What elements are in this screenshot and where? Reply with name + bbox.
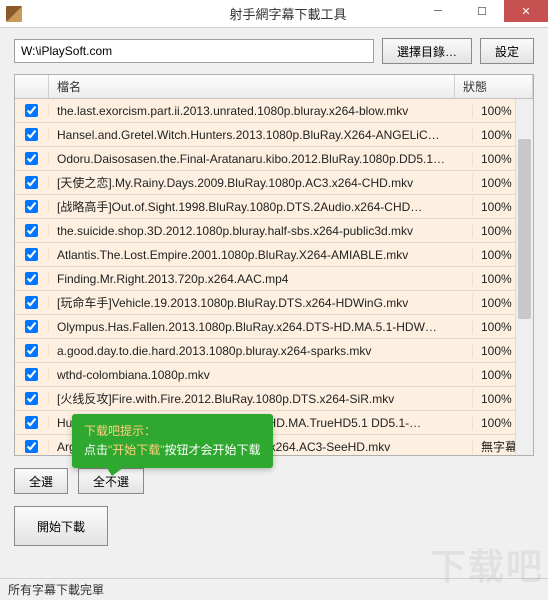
row-filename: the.suicide.shop.3D.2012.1080p.bluray.ha… xyxy=(49,224,473,238)
toolbar: 選擇目錄… 設定 xyxy=(0,28,548,70)
table-row[interactable]: Finding.Mr.Right.2013.720p.x264.AAC.mp41… xyxy=(15,267,533,291)
row-filename: Finding.Mr.Right.2013.720p.x264.AAC.mp4 xyxy=(49,272,473,286)
table-row[interactable]: Atlantis.The.Lost.Empire.2001.1080p.BluR… xyxy=(15,243,533,267)
row-filename: the.last.exorcism.part.ii.2013.unrated.1… xyxy=(49,104,473,118)
scroll-thumb[interactable] xyxy=(518,139,531,319)
row-filename: [战略高手]Out.of.Sight.1998.BluRay.1080p.DTS… xyxy=(49,198,473,215)
row-checkbox-cell xyxy=(15,152,49,165)
table-row[interactable]: [天使之恋].My.Rainy.Days.2009.BluRay.1080p.A… xyxy=(15,171,533,195)
row-checkbox-cell xyxy=(15,296,49,309)
row-checkbox-cell xyxy=(15,344,49,357)
settings-button[interactable]: 設定 xyxy=(480,38,534,64)
titlebar: 射手網字幕下載工具 ─ ☐ ✕ xyxy=(0,0,548,28)
row-filename: Odoru.Daisosasen.the.Final-Aratanaru.kib… xyxy=(49,152,473,166)
column-check[interactable] xyxy=(15,75,49,98)
row-checkbox-cell xyxy=(15,440,49,453)
status-bar: 所有字幕下載完單 xyxy=(0,578,548,600)
row-checkbox[interactable] xyxy=(25,320,38,333)
column-status[interactable]: 狀態 xyxy=(455,75,533,98)
row-filename: wthd-colombiana.1080p.mkv xyxy=(49,368,473,382)
select-all-button[interactable]: 全選 xyxy=(14,468,68,494)
minimize-button[interactable]: ─ xyxy=(416,0,460,22)
table-row[interactable]: Hansel.and.Gretel.Witch.Hunters.2013.108… xyxy=(15,123,533,147)
close-button[interactable]: ✕ xyxy=(504,0,548,22)
row-checkbox[interactable] xyxy=(25,368,38,381)
row-filename: a.good.day.to.die.hard.2013.1080p.bluray… xyxy=(49,344,473,358)
row-filename: Hansel.and.Gretel.Witch.Hunters.2013.108… xyxy=(49,128,473,142)
row-checkbox-cell xyxy=(15,248,49,261)
maximize-button[interactable]: ☐ xyxy=(460,0,504,22)
table-row[interactable]: Olympus.Has.Fallen.2013.1080p.BluRay.x26… xyxy=(15,315,533,339)
tooltip-text-c: 按钮才会开始下载 xyxy=(165,443,261,457)
row-filename: [玩命车手]Vehicle.19.2013.1080p.BluRay.DTS.x… xyxy=(49,294,473,311)
row-filename: [天使之恋].My.Rainy.Days.2009.BluRay.1080p.A… xyxy=(49,174,473,191)
status-text: 所有字幕下載完單 xyxy=(8,581,104,598)
row-checkbox-cell xyxy=(15,320,49,333)
row-checkbox[interactable] xyxy=(25,104,38,117)
path-input[interactable] xyxy=(14,39,374,63)
row-checkbox[interactable] xyxy=(25,200,38,213)
tooltip-text-b: "开始下载" xyxy=(108,443,165,457)
row-filename: Atlantis.The.Lost.Empire.2001.1080p.BluR… xyxy=(49,248,473,262)
table-row[interactable]: the.suicide.shop.3D.2012.1080p.bluray.ha… xyxy=(15,219,533,243)
list-body: the.last.exorcism.part.ii.2013.unrated.1… xyxy=(15,99,533,455)
row-checkbox-cell xyxy=(15,104,49,117)
row-checkbox-cell xyxy=(15,272,49,285)
table-row[interactable]: Odoru.Daisosasen.the.Final-Aratanaru.kib… xyxy=(15,147,533,171)
row-checkbox[interactable] xyxy=(25,176,38,189)
window-controls: ─ ☐ ✕ xyxy=(416,0,548,22)
row-checkbox-cell xyxy=(15,416,49,429)
row-checkbox[interactable] xyxy=(25,224,38,237)
table-row[interactable]: [火线反攻]Fire.with.Fire.2012.BluRay.1080p.D… xyxy=(15,387,533,411)
list-header: 檔名 狀態 xyxy=(15,75,533,99)
table-row[interactable]: wthd-colombiana.1080p.mkv100% xyxy=(15,363,533,387)
row-checkbox-cell xyxy=(15,224,49,237)
row-checkbox[interactable] xyxy=(25,344,38,357)
column-filename[interactable]: 檔名 xyxy=(49,75,455,98)
scrollbar[interactable] xyxy=(515,99,533,455)
row-checkbox-cell xyxy=(15,128,49,141)
row-checkbox-cell xyxy=(15,392,49,405)
row-checkbox[interactable] xyxy=(25,272,38,285)
row-checkbox-cell xyxy=(15,200,49,213)
app-icon xyxy=(6,6,22,22)
row-checkbox[interactable] xyxy=(25,392,38,405)
row-checkbox[interactable] xyxy=(25,248,38,261)
row-filename: Olympus.Has.Fallen.2013.1080p.BluRay.x26… xyxy=(49,320,473,334)
tooltip-title: 下载吧提示： xyxy=(84,424,156,438)
table-row[interactable]: [玩命车手]Vehicle.19.2013.1080p.BluRay.DTS.x… xyxy=(15,291,533,315)
table-row[interactable]: [战略高手]Out.of.Sight.1998.BluRay.1080p.DTS… xyxy=(15,195,533,219)
row-filename: [火线反攻]Fire.with.Fire.2012.BluRay.1080p.D… xyxy=(49,390,473,407)
row-checkbox[interactable] xyxy=(25,152,38,165)
row-checkbox[interactable] xyxy=(25,128,38,141)
row-checkbox-cell xyxy=(15,176,49,189)
row-checkbox[interactable] xyxy=(25,440,38,453)
row-checkbox[interactable] xyxy=(25,416,38,429)
file-list-panel: 檔名 狀態 the.last.exorcism.part.ii.2013.unr… xyxy=(14,74,534,456)
table-row[interactable]: a.good.day.to.die.hard.2013.1080p.bluray… xyxy=(15,339,533,363)
tooltip-text-a: 点击 xyxy=(84,443,108,457)
row-checkbox-cell xyxy=(15,368,49,381)
hint-tooltip: 下载吧提示： 点击"开始下载"按钮才会开始下载 xyxy=(72,414,273,468)
row-checkbox[interactable] xyxy=(25,296,38,309)
start-download-button[interactable]: 開始下載 xyxy=(14,506,108,546)
browse-button[interactable]: 選擇目錄… xyxy=(382,38,472,64)
table-row[interactable]: the.last.exorcism.part.ii.2013.unrated.1… xyxy=(15,99,533,123)
